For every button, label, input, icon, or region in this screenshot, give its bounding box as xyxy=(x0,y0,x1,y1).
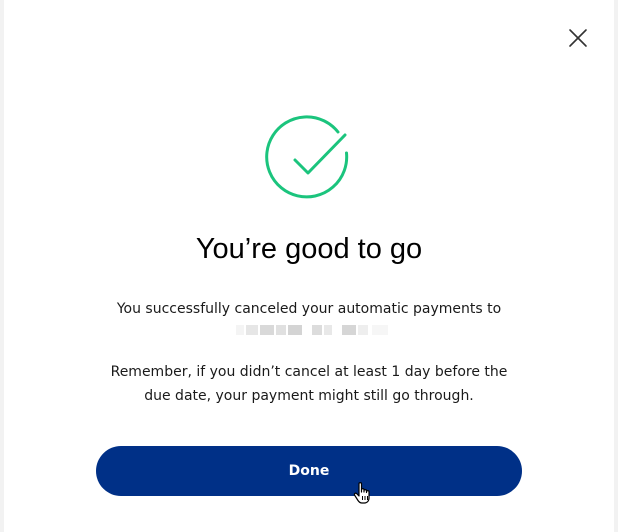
close-icon xyxy=(569,29,587,47)
reminder-text: Remember, if you didn’t cancel at least … xyxy=(110,364,508,404)
done-button[interactable]: Done xyxy=(96,446,522,496)
redacted-merchant-name xyxy=(236,321,398,339)
dialog-title: You’re good to go xyxy=(195,233,423,265)
confirmation-dialog: You’re good to go You successfully cance… xyxy=(4,0,614,532)
cancel-confirmation-message: You successfully canceled your automatic… xyxy=(116,301,502,317)
check-circle-icon xyxy=(262,113,354,205)
hand-pointer-cursor xyxy=(353,481,375,505)
close-button[interactable] xyxy=(566,26,590,50)
